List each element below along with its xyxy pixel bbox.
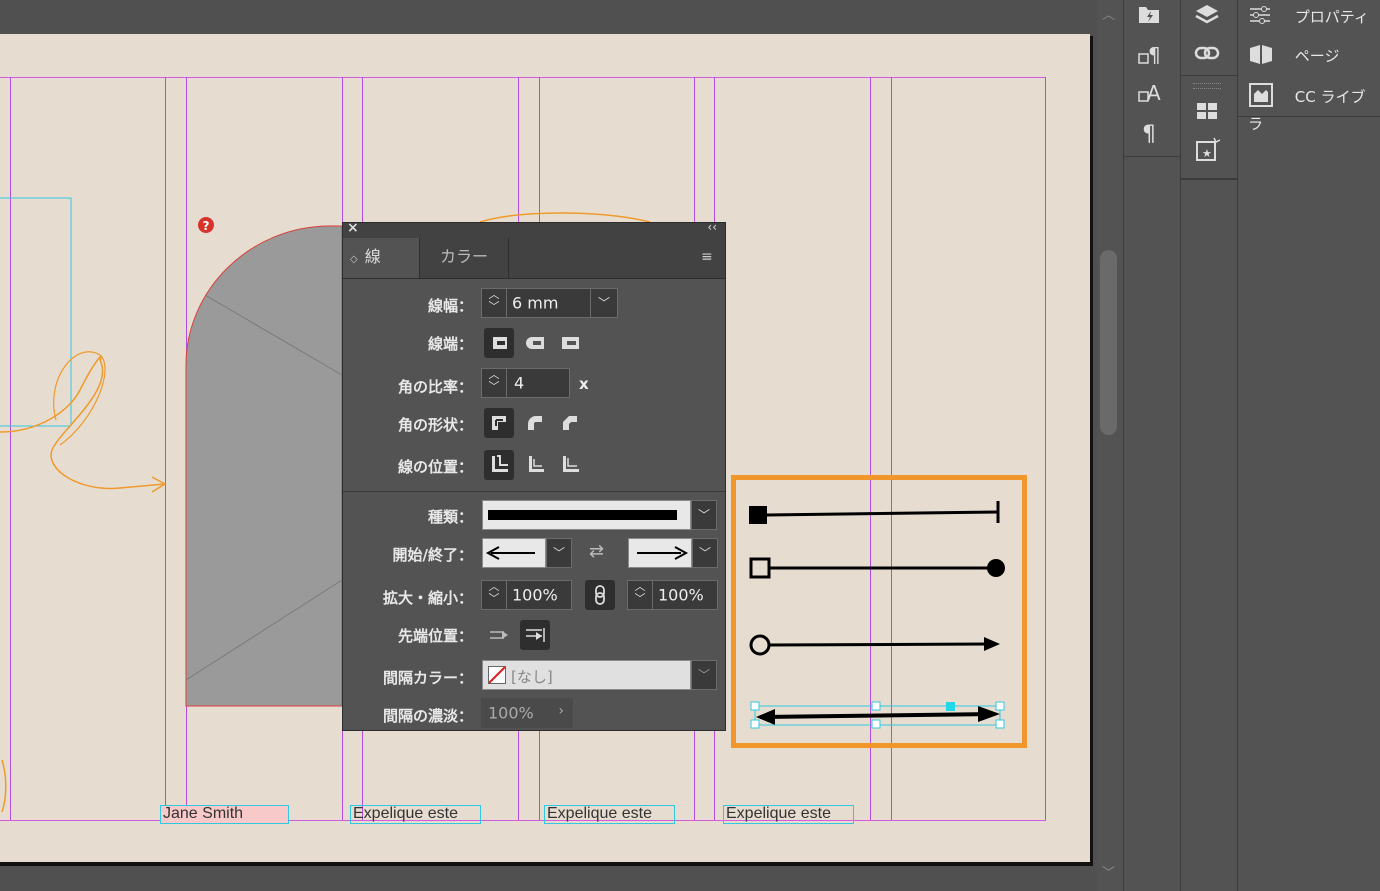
weight-combo[interactable]: ︿ ﹀ 6 mm ﹀ — [481, 288, 618, 318]
weight-stepper[interactable]: ︿ ﹀ — [482, 289, 507, 317]
end-scale-field[interactable]: ︿ ﹀ 100% — [627, 580, 718, 610]
gap-color-label: 間隔カラー： — [382, 669, 473, 687]
sort-icon: ◇ — [350, 254, 358, 265]
svg-text:?: ? — [203, 219, 210, 233]
link-scale-button[interactable] — [585, 580, 615, 610]
gap-color-value: [なし] — [511, 668, 553, 686]
panel-tab-label: プロパティ — [1294, 8, 1369, 26]
scroll-up-icon[interactable]: ︿ — [1102, 4, 1115, 23]
chevron-down-icon[interactable]: ﹀ — [691, 660, 717, 690]
panel-title-bar[interactable]: × ‹‹ — [343, 220, 725, 238]
start-scale-value[interactable]: 100% — [512, 586, 558, 605]
chevron-right-icon[interactable]: › — [558, 703, 564, 719]
tab-label: 線 — [364, 247, 381, 266]
panel-tab-label: ページ — [1294, 47, 1340, 65]
svg-text:¶: ¶ — [1148, 43, 1161, 67]
svg-text:¶: ¶ — [1142, 122, 1156, 146]
miter-field[interactable]: ︿ ﹀ 4 — [481, 368, 570, 398]
tab-label: カラー — [439, 247, 488, 266]
scroll-down-icon[interactable]: ﹀ — [1102, 862, 1115, 881]
miter-value[interactable]: 4 — [514, 374, 524, 393]
panel-menu-icon[interactable]: ≡ — [701, 238, 719, 278]
svg-text:A: A — [1147, 81, 1161, 105]
panel-divider — [343, 491, 725, 492]
swatches-icon[interactable] — [1191, 98, 1223, 129]
start-scale-stepper[interactable]: ︿ ﹀ — [482, 581, 507, 609]
round-join-button[interactable] — [520, 408, 550, 438]
gap-tint-value[interactable]: 100% — [488, 704, 534, 723]
layers-icon[interactable] — [1191, 2, 1223, 35]
start-scale-field[interactable]: ︿ ﹀ 100% — [481, 580, 572, 610]
stroke-type-dropdown[interactable] — [482, 500, 691, 530]
text-frame[interactable]: Expelique este — [544, 805, 675, 824]
quick-apply-icon[interactable] — [1133, 2, 1165, 33]
bevel-join-button[interactable] — [555, 408, 585, 438]
tab-color[interactable]: カラー — [420, 238, 509, 278]
end-scale-stepper[interactable]: ︿ ﹀ — [628, 581, 653, 609]
chevron-down-icon[interactable]: ﹀ — [691, 500, 717, 530]
solid-line-preview — [488, 510, 677, 520]
end-scale-value[interactable]: 100% — [658, 586, 704, 605]
align-label: 線の位置： — [397, 458, 473, 476]
miter-unit: x — [579, 375, 589, 393]
gap-color-dropdown[interactable]: [なし] — [482, 660, 691, 690]
panel-tab-properties[interactable]: プロパティ — [1248, 4, 1369, 31]
collapse-icon[interactable]: ‹‹ — [707, 220, 717, 234]
paragraph-icon[interactable]: ¶ — [1133, 120, 1165, 153]
end-arrow-dropdown[interactable] — [628, 538, 692, 568]
cc-libraries-panel-icon[interactable]: ★ — [1191, 136, 1223, 171]
swap-arrows-icon[interactable]: ⇄ — [589, 541, 604, 562]
panel-grip[interactable] — [1193, 83, 1221, 89]
projecting-cap-button[interactable] — [555, 328, 585, 358]
miter-stepper[interactable]: ︿ ﹀ — [482, 369, 507, 397]
svg-text:★: ★ — [1202, 147, 1212, 160]
close-icon[interactable]: × — [347, 220, 359, 236]
start-end-label: 開始/終了： — [392, 546, 473, 564]
panel-tab-pages[interactable]: ページ — [1248, 42, 1339, 71]
round-cap-button[interactable] — [520, 328, 550, 358]
gap-tint-field[interactable]: 100% › — [481, 698, 573, 728]
tab-stroke[interactable]: ◇ 線 — [343, 238, 420, 278]
panel-divider — [1181, 178, 1237, 180]
cc-libraries-icon — [1248, 82, 1276, 113]
chevron-down-icon[interactable]: ﹀ — [546, 538, 572, 568]
align-outside-button[interactable] — [555, 450, 585, 480]
scrollbar-thumb[interactable] — [1100, 250, 1117, 435]
pages-icon — [1248, 42, 1276, 71]
arrow-inside-button[interactable] — [520, 620, 550, 650]
panel-strip-2 — [1180, 0, 1237, 891]
text-frame-author[interactable]: Jane Smith — [160, 805, 289, 824]
scale-label: 拡大・縮小： — [382, 589, 473, 607]
text-frame[interactable]: Expelique este — [723, 805, 854, 824]
cap-label: 線端： — [427, 335, 473, 353]
weight-label: 線幅： — [427, 297, 473, 315]
arrow-align-label: 先端位置： — [397, 627, 473, 645]
paragraph-styles-icon[interactable]: ¶ — [1133, 42, 1165, 75]
align-inside-button[interactable] — [520, 450, 550, 480]
none-swatch-icon — [488, 666, 506, 684]
links-icon[interactable] — [1191, 42, 1223, 71]
chevron-down-icon[interactable]: ﹀ — [692, 538, 718, 568]
butt-cap-button[interactable] — [484, 328, 514, 358]
arrow-extend-button[interactable] — [484, 620, 514, 650]
miter-label: 角の比率： — [397, 378, 473, 396]
vertical-scrollbar[interactable]: ︿ ﹀ — [1097, 0, 1123, 891]
start-arrow-dropdown[interactable] — [482, 538, 546, 568]
text-frame[interactable]: Expelique este — [350, 805, 481, 824]
character-styles-icon[interactable]: A — [1133, 80, 1165, 113]
join-label: 角の形状： — [397, 416, 473, 434]
chevron-down-icon[interactable]: ﹀ — [590, 289, 617, 317]
type-label: 種類： — [427, 508, 473, 526]
miter-join-button[interactable] — [484, 408, 514, 438]
properties-icon — [1248, 4, 1276, 31]
stroke-panel[interactable]: × ‹‹ ◇ 線 カラー ≡ 線幅： ︿ ﹀ 6 mm ﹀ 線端： 角の比率： ︿… — [342, 220, 726, 731]
panel-tab-cc-libraries[interactable]: CC ライブラ — [1248, 82, 1380, 134]
gap-tint-label: 間隔の濃淡： — [382, 707, 473, 725]
align-center-button[interactable] — [484, 450, 514, 480]
weight-value[interactable]: 6 mm — [512, 294, 558, 313]
panel-tabs: ◇ 線 カラー ≡ — [343, 238, 725, 279]
